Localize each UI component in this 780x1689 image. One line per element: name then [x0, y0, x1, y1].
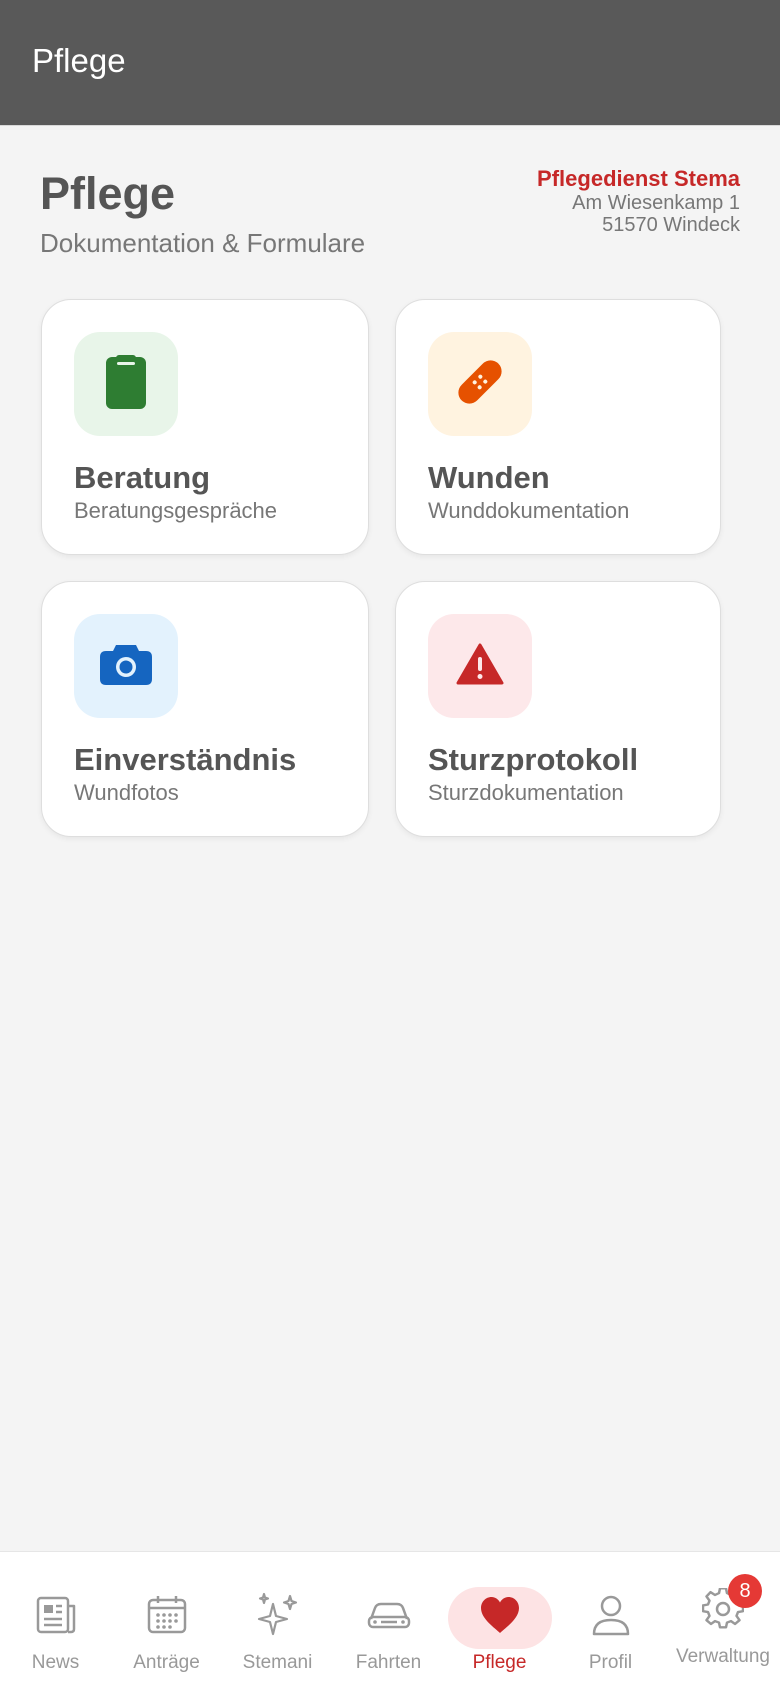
card-title: Sturzprotokoll — [428, 742, 639, 777]
page-title: Pflege — [40, 168, 176, 219]
nav-label: Anträge — [133, 1652, 200, 1673]
card-icon-box — [428, 332, 532, 436]
nav-item-stemani[interactable]: Stemani — [222, 1552, 333, 1689]
bandage-icon — [452, 354, 508, 415]
heart-icon — [477, 1592, 523, 1638]
nav-label: Pflege — [472, 1652, 527, 1673]
bottom-navigation: News Anträge Stemani Fahrten Pflege Prof… — [0, 1551, 780, 1689]
notification-badge: 8 — [728, 1574, 762, 1608]
nav-item-profil[interactable]: Profil — [555, 1552, 666, 1689]
card-subtitle: Beratungsgespräche — [74, 498, 278, 523]
nav-item-verwaltung[interactable]: Verwaltung — [666, 1552, 780, 1689]
camera-icon — [100, 643, 152, 690]
sparkles-icon — [255, 1592, 301, 1638]
nav-label: Verwaltung — [675, 1646, 770, 1667]
nav-label: News — [31, 1652, 80, 1673]
card-beratung[interactable]: Beratung Beratungsgespräche — [41, 299, 369, 555]
calendar-icon — [144, 1592, 190, 1638]
nav-item-pflege[interactable]: Pflege — [444, 1552, 555, 1689]
nav-label: Profil — [588, 1652, 633, 1673]
card-subtitle: Wunddokumentation — [428, 498, 630, 523]
card-subtitle: Wundfotos — [74, 780, 179, 805]
company-city: 51570 Windeck — [602, 214, 740, 236]
app-bar-title: Pflege — [32, 42, 126, 79]
person-icon — [588, 1592, 634, 1638]
clipboard-icon — [106, 354, 146, 414]
newspaper-icon — [33, 1592, 79, 1638]
page-subtitle: Dokumentation & Formulare — [40, 228, 366, 258]
card-wunden[interactable]: Wunden Wunddokumentation — [395, 299, 721, 555]
company-street: Am Wiesenkamp 1 — [572, 192, 740, 214]
company-name: Pflegedienst Stema — [537, 166, 740, 191]
nav-label: Stemani — [242, 1652, 313, 1673]
card-icon-box — [74, 614, 178, 718]
card-icon-box — [74, 332, 178, 436]
warning-icon — [456, 643, 504, 690]
card-title: Wunden — [428, 460, 550, 495]
card-subtitle: Sturzdokumentation — [428, 780, 624, 805]
card-einverstaendnis[interactable]: Einverständnis Wundfotos — [41, 581, 369, 837]
card-icon-box — [428, 614, 532, 718]
nav-item-fahrten[interactable]: Fahrten — [333, 1552, 444, 1689]
card-sturzprotokoll[interactable]: Sturzprotokoll Sturzdokumentation — [395, 581, 721, 837]
nav-item-news[interactable]: News — [0, 1552, 111, 1689]
app-bar: Pflege — [0, 0, 780, 126]
card-title: Beratung — [74, 460, 211, 495]
card-title: Einverständnis — [74, 742, 297, 777]
nav-label: Fahrten — [355, 1652, 422, 1673]
car-icon — [366, 1592, 412, 1638]
company-info: Pflegedienst Stema Am Wiesenkamp 1 51570… — [537, 166, 740, 236]
nav-item-antraege[interactable]: Anträge — [111, 1552, 222, 1689]
